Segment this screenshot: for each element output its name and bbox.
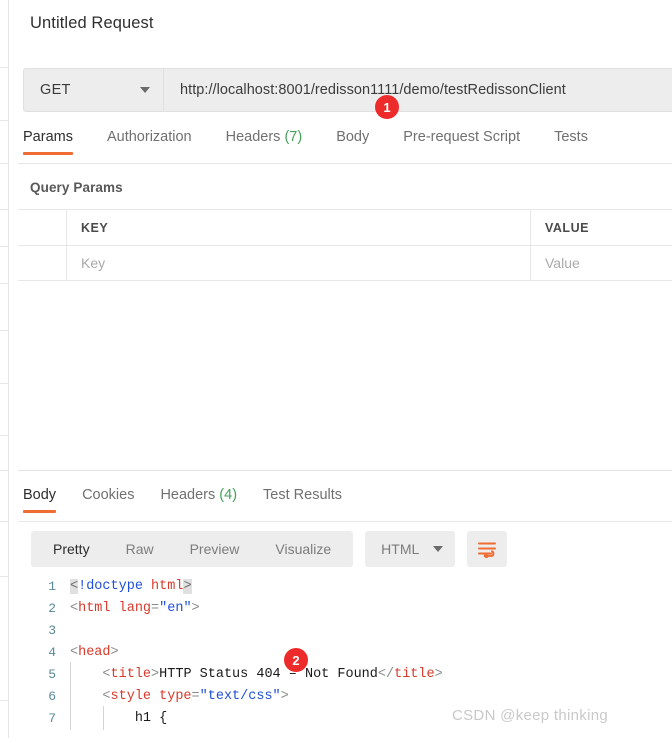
word-wrap-icon [478,542,497,558]
row-checkbox-cell[interactable] [18,245,67,281]
select-all-cell[interactable] [18,209,67,246]
response-tab-headers-count: (4) [219,487,238,503]
response-tab-test-results-label: Test Results [263,487,343,503]
response-tab-body-label: Body [23,487,57,503]
response-tab-headers-label: Headers [160,487,216,503]
code-line-content: <!doctype html> [70,579,192,594]
line-number: 5 [48,667,56,682]
view-mode-preview[interactable]: Preview [172,531,258,567]
response-tab-headers[interactable]: Headers (4) [160,487,237,513]
tab-body[interactable]: Body [336,129,369,155]
code-line: 6 <style type="text/css"> [18,684,672,708]
view-mode-raw[interactable]: Raw [108,531,172,567]
table-row[interactable]: Key Value [18,245,672,281]
tab-params-label: Params [23,129,73,145]
tab-headers-count: (7) [284,129,303,145]
word-wrap-button[interactable] [467,531,508,567]
line-number: 7 [48,711,56,726]
code-line: 5 <title>HTTP Status 404 – Not Found</ti… [18,662,672,686]
chevron-down-icon [433,546,444,552]
view-mode-pretty[interactable]: Pretty [35,531,108,567]
tab-headers[interactable]: Headers (7) [226,129,303,155]
response-tab-test-results[interactable]: Test Results [263,487,342,513]
chevron-down-icon [140,87,150,93]
code-line: 4 <head> [18,642,672,664]
tab-tests-label: Tests [554,129,588,145]
line-number: 4 [48,645,56,660]
response-format-label: HTML [381,541,420,557]
response-tab-cookies[interactable]: Cookies [82,487,134,513]
query-params-title: Query Params [30,180,123,195]
response-body-toolbar: Pretty Raw Preview Visualize HTML [31,531,508,567]
param-key-input[interactable]: Key [67,245,531,281]
param-value-input[interactable]: Value [531,245,672,281]
line-number: 6 [48,689,56,704]
url-bar: GET http://localhost:8001/redisson1111/d… [23,68,672,112]
tab-authorization[interactable]: Authorization [107,129,192,155]
tab-params[interactable]: Params [23,129,73,155]
response-section-divider [18,470,672,471]
column-header-value-label: VALUE [545,220,589,235]
code-line-content: <title>HTTP Status 404 – Not Found</titl… [70,662,672,686]
code-line: 2 <html lang="en"> [18,598,672,620]
code-line: 3 [18,620,672,642]
request-main-panel: Untitled Request GET http://localhost:80… [9,0,672,738]
line-number: 3 [48,623,56,638]
view-mode-visualize[interactable]: Visualize [257,531,349,567]
column-header-value: VALUE [531,210,672,246]
column-header-key-label: KEY [81,220,109,235]
param-key-placeholder: Key [81,255,106,271]
annotation-badge-1: 1 [375,95,399,119]
postman-request-window: Untitled Request GET http://localhost:80… [0,0,672,738]
tab-tests[interactable]: Tests [554,129,588,155]
http-method-label: GET [40,82,71,98]
line-number: 2 [48,601,56,616]
response-format-select[interactable]: HTML [365,531,456,567]
tab-body-label: Body [336,129,370,145]
url-input-value: http://localhost:8001/redisson1111/demo/… [180,82,566,98]
code-line-content: <head> [70,645,119,660]
url-input[interactable]: http://localhost:8001/redisson1111/demo/… [163,68,672,112]
param-value-placeholder: Value [545,255,580,271]
code-line-content: <html lang="en"> [70,601,200,616]
query-params-table: KEY VALUE Key Value [18,209,672,281]
tab-pre-request-script-label: Pre-request Script [403,129,521,145]
table-header-row: KEY VALUE [18,209,672,246]
tab-pre-request-script[interactable]: Pre-request Script [403,129,520,155]
request-tabs-divider [18,163,672,164]
response-tab-cookies-label: Cookies [82,487,135,503]
column-header-key: KEY [67,209,531,246]
line-number: 1 [48,579,56,594]
page-title: Untitled Request [30,14,154,32]
request-tabs: Params Authorization Headers (7) Body Pr… [23,129,672,164]
tab-headers-label: Headers [225,129,281,145]
response-tabs-divider [18,521,672,522]
watermark: CSDN @keep thinking [452,707,608,724]
response-view-mode-group: Pretty Raw Preview Visualize [31,531,354,567]
code-line: 1 <!doctype html> [18,576,672,598]
response-tab-body[interactable]: Body [23,487,57,513]
response-tabs: Body Cookies Headers (4) Test Results [23,487,368,513]
sidebar-rail [0,0,9,738]
code-line-content: <style type="text/css"> [70,684,672,708]
http-method-select[interactable]: GET [23,68,163,112]
annotation-badge-2: 2 [284,648,308,672]
tab-authorization-label: Authorization [106,129,192,145]
